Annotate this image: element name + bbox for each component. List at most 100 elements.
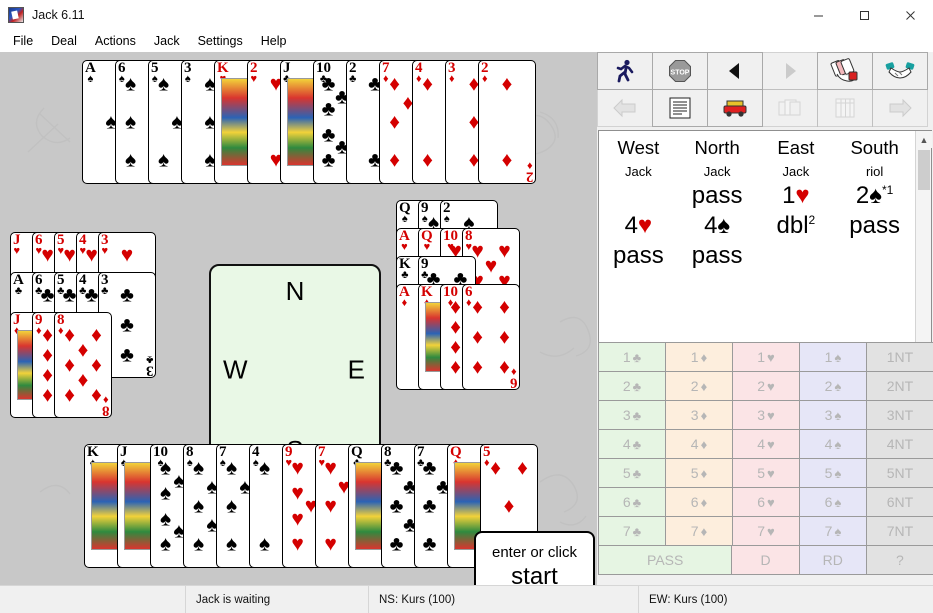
application-window: Jack 6.11 File Deal Actions Jack Settings Hel… [0,0,933,613]
bid-button-1-diamonds[interactable]: 1 ♦ [665,342,733,372]
status-bar: Jack is waiting NS: Kurs (100) EW: Kurs (1… [0,585,933,613]
auction-row: pass 1♥ 2♠*1 [599,181,914,211]
bid-button-5-notrump[interactable]: 5NT [866,458,933,488]
auction-call [599,181,678,211]
auction-row: pass pass [599,241,914,271]
bid-button-5-clubs[interactable]: 5 ♣ [598,458,666,488]
bid-button-3-diamonds[interactable]: 3 ♦ [665,400,733,430]
card-corner: Q♥ [421,228,433,254]
bid-button-4-spades[interactable]: 4 ♠ [799,429,867,459]
bidding-box-row: 6 ♣ 6 ♦ 6 ♥ 6 ♠ 6NT [598,487,933,517]
auction-seat-north: North [694,137,740,158]
run-icon[interactable] [597,52,653,90]
cards-hand-icon[interactable] [817,52,873,90]
status-segment-1: Jack is waiting [186,585,369,613]
bid-button-redouble[interactable]: RD [798,545,867,575]
auction-call: pass [691,242,743,269]
bid-button-6-notrump[interactable]: 6NT [866,487,933,517]
bid-button-7-notrump[interactable]: 7NT [866,516,933,546]
window-controls [795,0,933,30]
bid-button-6-clubs[interactable]: 6 ♣ [598,487,666,517]
bid-button-2-notrump[interactable]: 2NT [866,371,933,401]
bid-button-7-hearts[interactable]: 7 ♥ [732,516,800,546]
bidding-box: 1 ♣ 1 ♦ 1 ♥ 1 ♠ 1NT 2 ♣ 2 ♦ 2 ♥ 2 ♠ 2NT 3 ♣ 3 ♦ 3 ♥ 3 ♠ 3NT 4 ♣ 4 ♦ 4 ♥ 4… [598,342,933,585]
maximize-icon[interactable] [841,0,887,30]
compass-north: N [285,276,305,306]
menu-item-file[interactable]: File [4,32,42,50]
bid-button-7-spades[interactable]: 7 ♠ [799,516,867,546]
card-pips: ♦ ♦ ♦ ♦ ♦ ♦ [472,295,510,379]
handshake-icon[interactable] [872,52,928,90]
svg-text:STOP: STOP [671,70,690,77]
menu-item-help[interactable]: Help [252,32,296,50]
bid-button-7-clubs[interactable]: 7 ♣ [598,516,666,546]
auction-call [757,241,836,271]
card[interactable]: 8 ♦ 8 ♦ ♦ ♦ ♦ ♦ ♦ ♦ ♦ ♦ [54,312,112,418]
bid-button-6-hearts[interactable]: 6 ♥ [732,487,800,517]
status-segment-0 [0,585,186,613]
auction-call: pass [691,182,743,209]
auction-call: 4♥ [624,212,653,239]
menu-item-actions[interactable]: Actions [86,32,145,50]
auction-seat-west: West [617,137,660,158]
card-pips: ♦ ♦ [501,72,513,172]
auction-call: 4♠ [704,212,731,239]
auction-player-south: riol [865,164,884,179]
bid-button-2-hearts[interactable]: 2 ♥ [732,371,800,401]
bid-button-explain[interactable]: ? [865,545,933,575]
bid-button-1-notrump[interactable]: 1NT [866,342,933,372]
bid-button-4-hearts[interactable]: 4 ♥ [732,429,800,459]
scrollbar-thumb[interactable] [918,150,930,190]
card[interactable]: 6 ♦ 6 ♦ ♦ ♦ ♦ ♦ ♦ ♦ [462,284,520,390]
bid-button-2-clubs[interactable]: 2 ♣ [598,371,666,401]
columns-icon [817,89,873,127]
bid-button-1-hearts[interactable]: 1 ♥ [732,342,800,372]
bid-button-4-diamonds[interactable]: 4 ♦ [665,429,733,459]
menu-item-jack[interactable]: Jack [145,32,189,50]
card-corner: K♣ [399,256,411,282]
toolbar: STOP [597,52,933,127]
auction-call: 1♥ [782,182,810,209]
start-play-popup[interactable]: enter or click start play [474,531,595,585]
bid-button-5-hearts[interactable]: 5 ♥ [732,458,800,488]
car-icon[interactable] [707,89,763,127]
auction-player-west: Jack [625,164,652,179]
title-bar: Jack 6.11 [0,0,933,30]
scroll-up-icon[interactable]: ▲ [916,131,932,148]
bid-button-3-clubs[interactable]: 3 ♣ [598,400,666,430]
toolbar-row: STOP [597,52,933,90]
bid-button-1-clubs[interactable]: 1 ♣ [598,342,666,372]
bid-button-7-diamonds[interactable]: 7 ♦ [665,516,733,546]
close-icon[interactable] [887,0,933,30]
bid-button-5-spades[interactable]: 5 ♠ [799,458,867,488]
bidding-box-actions: PASS D RD? [598,545,933,575]
bidding-box-row: 7 ♣ 7 ♦ 7 ♥ 7 ♠ 7NT [598,516,933,546]
bid-button-6-diamonds[interactable]: 6 ♦ [665,487,733,517]
menu-item-settings[interactable]: Settings [189,32,252,50]
bid-button-1-spades[interactable]: 1 ♠ [799,342,867,372]
minimize-icon[interactable] [795,0,841,30]
window-title: Jack 6.11 [32,8,85,22]
card[interactable]: 2 ♦ 2 ♦ ♦ ♦ [478,60,536,184]
bidding-box-row: 3 ♣ 3 ♦ 3 ♥ 3 ♠ 3NT [598,400,933,430]
bid-button-double[interactable]: D [731,545,800,575]
stop-icon[interactable]: STOP [652,52,708,90]
bid-button-pass[interactable]: PASS [598,545,733,575]
bid-button-4-clubs[interactable]: 4 ♣ [598,429,666,459]
bid-button-2-spades[interactable]: 2 ♠ [799,371,867,401]
bidding-box-row: 5 ♣ 5 ♦ 5 ♥ 5 ♠ 5NT [598,458,933,488]
card-corner: J♥ [13,232,21,258]
menu-bar: File Deal Actions Jack Settings Help [0,30,933,52]
bid-button-3-hearts[interactable]: 3 ♥ [732,400,800,430]
bid-button-2-diamonds[interactable]: 2 ♦ [665,371,733,401]
bid-button-3-spades[interactable]: 3 ♠ [799,400,867,430]
bid-button-3-notrump[interactable]: 3NT [866,400,933,430]
document-icon[interactable] [652,89,708,127]
menu-item-deal[interactable]: Deal [42,32,86,50]
auction-call: 2♠*1 [855,182,894,209]
bid-button-5-diamonds[interactable]: 5 ♦ [665,458,733,488]
auction-seat-south: South [850,137,899,158]
previous-icon[interactable] [707,52,763,90]
bid-button-4-notrump[interactable]: 4NT [866,429,933,459]
bid-button-6-spades[interactable]: 6 ♠ [799,487,867,517]
